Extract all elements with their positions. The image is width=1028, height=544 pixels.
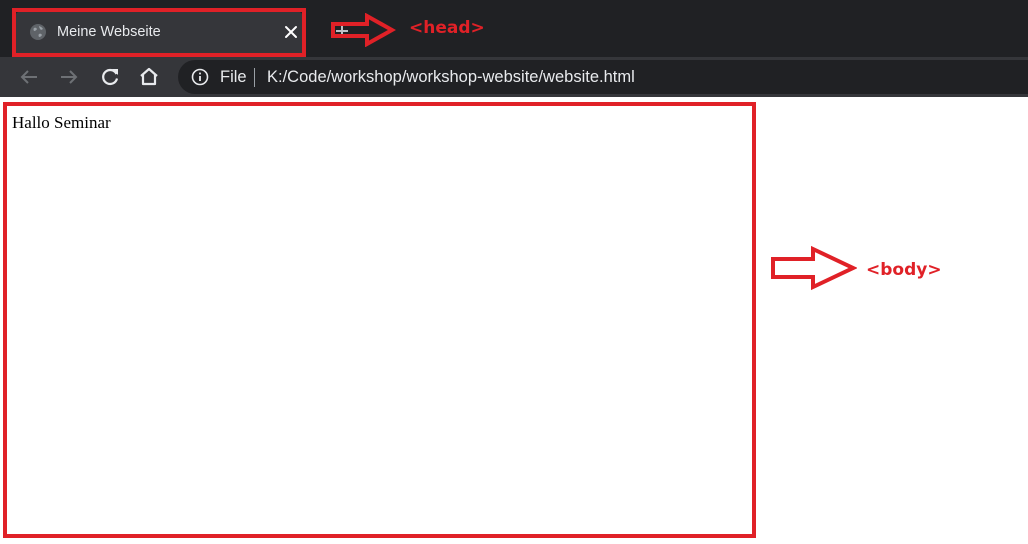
url-text[interactable]: K:/Code/workshop/workshop-website/websit… [267,67,635,87]
home-icon[interactable] [137,65,161,89]
info-icon[interactable] [191,68,209,86]
url-scheme-label: File [220,68,247,86]
body-highlight-box [3,102,756,538]
head-annotation-label: <head> [409,18,485,38]
arrow-right-icon [331,13,396,47]
address-bar[interactable]: File K:/Code/workshop/workshop-website/w… [178,60,1028,94]
arrow-right-icon [771,245,857,291]
reload-icon[interactable] [98,65,122,89]
arrow-right-icon[interactable] [57,65,81,89]
head-highlight-box [12,8,306,57]
browser-toolbar: File K:/Code/workshop/workshop-website/w… [0,57,1028,97]
address-divider [254,68,255,87]
arrow-left-icon[interactable] [17,65,41,89]
body-annotation-label: <body> [866,260,942,280]
